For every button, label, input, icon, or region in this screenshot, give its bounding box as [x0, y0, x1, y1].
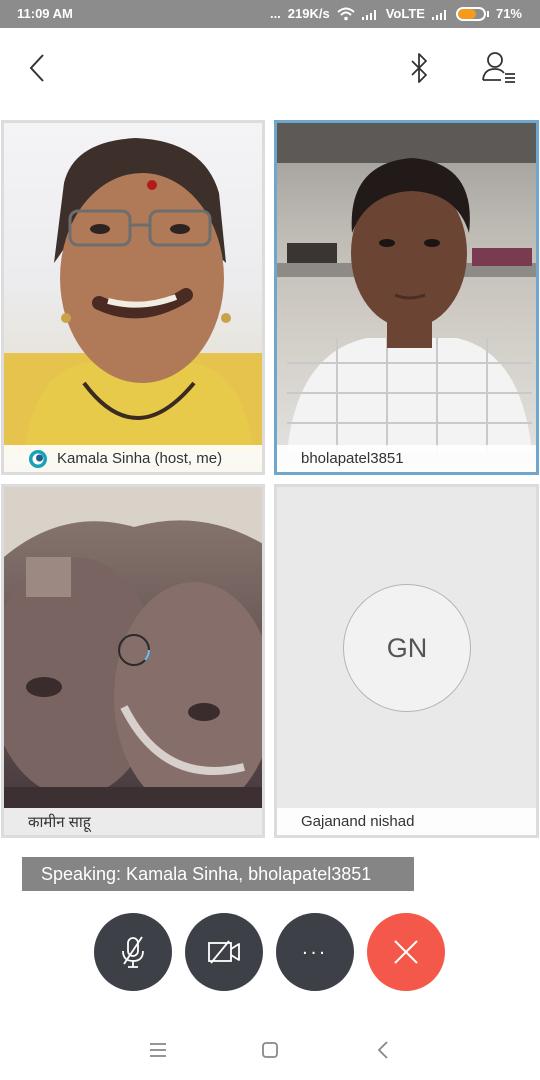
close-x-icon	[394, 940, 418, 964]
participant-name: Kamala Sinha (host, me)	[57, 450, 223, 467]
participant-label: Kamala Sinha (host, me)	[4, 445, 262, 472]
battery-icon	[455, 6, 489, 21]
menu-icon[interactable]	[144, 1038, 172, 1062]
camera-off-icon	[208, 940, 240, 964]
avatar-initials: GN	[343, 584, 471, 712]
loading-spinner-icon	[118, 634, 150, 666]
status-time: 11:09 AM	[17, 6, 73, 21]
participant-label: कामीन साहू	[4, 808, 262, 835]
video-tile-gajanand[interactable]: GN Gajanand nishad	[274, 484, 539, 838]
participant-video	[4, 138, 262, 453]
status-right: ... 219K/s VoLTE 71%	[270, 6, 522, 21]
app-bar	[0, 28, 540, 118]
signal-icon-2	[431, 8, 449, 20]
participant-video	[277, 123, 536, 453]
video-tile-bholapatel[interactable]: bholapatel3851	[274, 120, 539, 475]
back-chevron-icon[interactable]	[22, 50, 52, 86]
video-tile-kamala[interactable]: Kamala Sinha (host, me)	[1, 120, 265, 475]
participant-name: कामीन साहू	[28, 813, 91, 831]
system-nav-bar	[0, 1020, 540, 1080]
wifi-icon	[337, 7, 355, 21]
bluetooth-icon[interactable]	[404, 48, 434, 88]
net-speed: 219K/s	[287, 6, 330, 21]
participant-name: Gajanand nishad	[301, 813, 415, 830]
signal-icon	[361, 8, 379, 20]
network-label: VoLTE	[385, 6, 425, 21]
host-badge-icon	[29, 449, 47, 468]
participant-label: Gajanand nishad	[277, 808, 536, 835]
video-tile-kamin[interactable]: कामीन साहू	[1, 484, 265, 838]
status-bar: 11:09 AM ... 219K/s VoLTE 71%	[0, 0, 540, 28]
more-options-button[interactable]: ...	[276, 913, 354, 991]
speaking-text: Speaking: Kamala Sinha, bholapatel3851	[41, 863, 372, 884]
battery-percent: 71%	[495, 6, 522, 21]
participant-name: bholapatel3851	[301, 450, 404, 467]
participants-list-icon[interactable]	[480, 48, 520, 88]
nav-back-icon[interactable]	[369, 1038, 397, 1062]
end-call-button[interactable]	[367, 913, 445, 991]
microphone-off-icon	[122, 936, 144, 968]
speaking-indicator: Speaking: Kamala Sinha, bholapatel3851	[22, 857, 414, 891]
home-square-icon[interactable]	[256, 1038, 284, 1062]
mute-button[interactable]	[94, 913, 172, 991]
video-toggle-button[interactable]	[185, 913, 263, 991]
status-dots: ...	[269, 6, 281, 21]
more-label: ...	[302, 936, 328, 959]
participant-label: bholapatel3851	[277, 445, 536, 472]
